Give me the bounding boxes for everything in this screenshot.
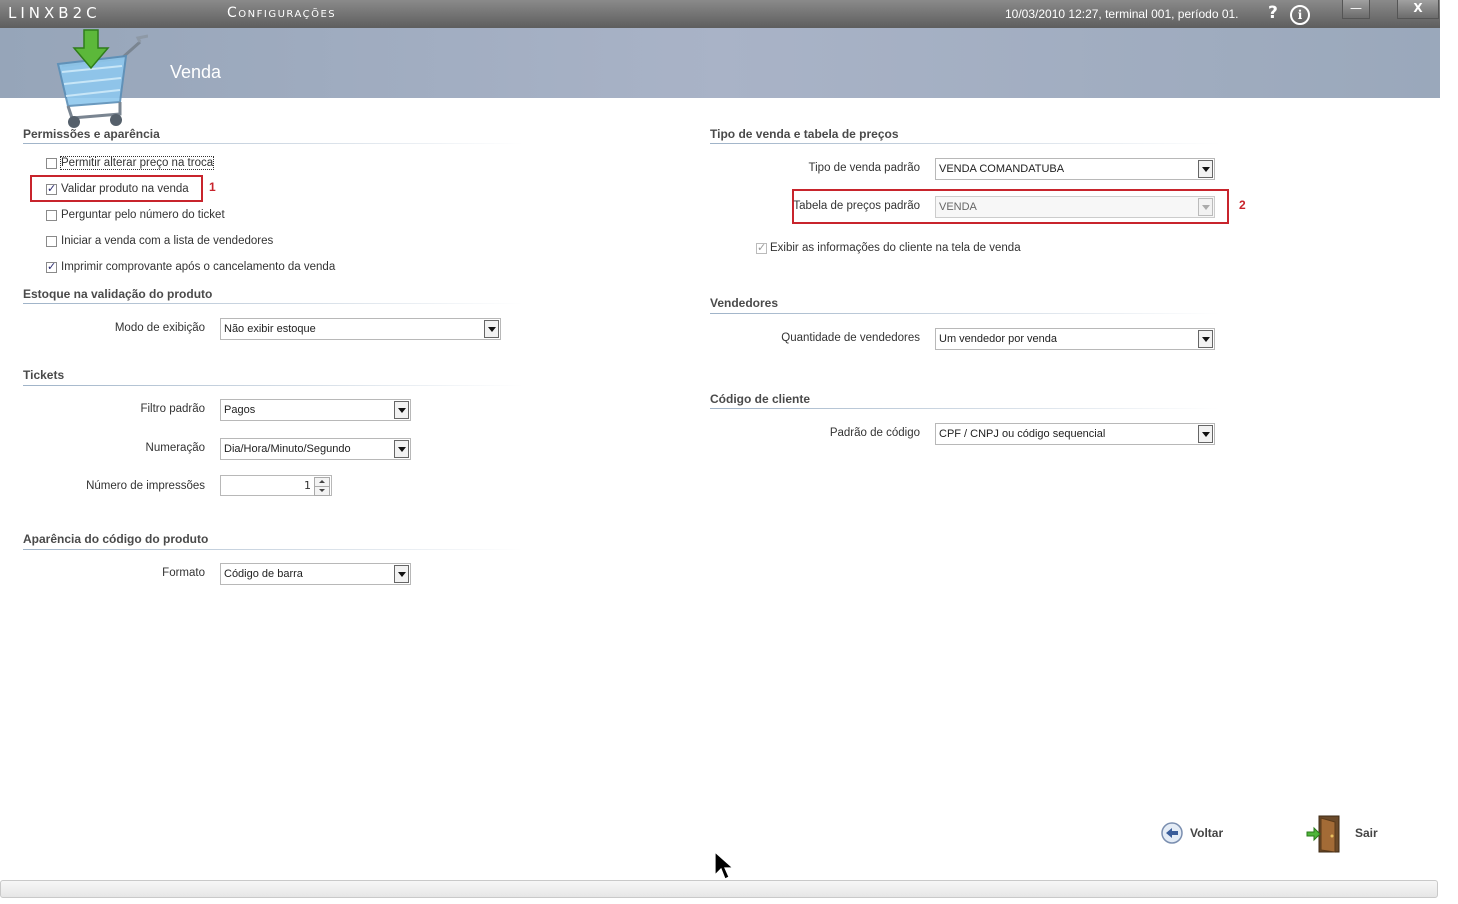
checkbox-label: Perguntar pelo número do ticket xyxy=(61,209,225,221)
section-divider xyxy=(710,408,1220,409)
section-divider xyxy=(23,303,523,304)
checkbox-permitir-alterar-preco[interactable] xyxy=(46,158,57,169)
session-status: 10/03/2010 12:27, terminal 001, período … xyxy=(1005,7,1239,21)
close-button[interactable]: X xyxy=(1397,0,1439,19)
filtro-padrao-label: Filtro padrão xyxy=(140,403,205,415)
chevron-down-icon[interactable] xyxy=(1198,160,1213,178)
section-aparencia-title: Aparência do código do produto xyxy=(23,532,209,546)
quantidade-vendedores-select[interactable]: Um vendedor por venda xyxy=(935,328,1215,350)
page-title: Venda xyxy=(170,62,222,82)
checkbox-label: Permitir alterar preço na troca xyxy=(60,156,215,170)
select-value: VENDA COMANDATUBA xyxy=(939,163,1065,175)
checkbox-imprimir-comprovante[interactable] xyxy=(46,260,57,273)
chevron-down-icon[interactable] xyxy=(1198,330,1213,348)
chevron-down-icon[interactable] xyxy=(394,565,409,583)
exit-door-icon xyxy=(1306,815,1340,853)
quantidade-vendedores-label: Quantidade de vendedores xyxy=(781,332,920,344)
annotation-number-2: 2 xyxy=(1239,198,1246,212)
minimize-button[interactable]: — xyxy=(1342,0,1370,19)
section-vendedores-title: Vendedores xyxy=(710,296,779,310)
voltar-label: Voltar xyxy=(1190,826,1224,840)
checkbox-iniciar-lista-vendedores[interactable] xyxy=(46,236,57,247)
padrao-codigo-label: Padrão de código xyxy=(829,427,920,439)
select-value: Código de barra xyxy=(224,568,303,580)
voltar-button[interactable]: Voltar xyxy=(1160,820,1240,846)
modo-exibicao-label: Modo de exibição xyxy=(114,322,205,334)
section-divider xyxy=(710,143,1220,144)
section-tipo-venda-title: Tipo de venda e tabela de preços xyxy=(710,127,899,141)
tabela-precos-label: Tabela de preços padrão xyxy=(793,200,920,212)
select-value: Dia/Hora/Minuto/Segundo xyxy=(224,443,351,455)
numeracao-label: Numeração xyxy=(145,442,205,454)
chevron-down-icon[interactable] xyxy=(394,440,409,458)
select-value: Um vendedor por venda xyxy=(939,333,1058,345)
help-icon[interactable]: ? xyxy=(1268,3,1278,23)
page-header: Venda xyxy=(0,28,1440,98)
section-divider xyxy=(710,313,1220,314)
select-value: Pagos xyxy=(224,404,256,416)
formato-select[interactable]: Código de barra xyxy=(220,563,411,585)
title-bar: LINXB2C Configurações 10/03/2010 12:27, … xyxy=(0,0,1440,28)
tipo-venda-select[interactable]: VENDA COMANDATUBA xyxy=(935,158,1215,180)
chevron-down-icon[interactable] xyxy=(394,401,409,419)
sair-label: Sair xyxy=(1355,826,1378,840)
back-arrow-icon xyxy=(1161,822,1183,844)
select-value: VENDA xyxy=(939,201,977,213)
chevron-down-icon[interactable] xyxy=(484,320,499,338)
app-brand: LINXB2C xyxy=(8,4,101,22)
module-title: Configurações xyxy=(227,5,337,21)
stepper-value: 1 xyxy=(304,479,311,492)
info-icon[interactable]: i xyxy=(1290,5,1310,25)
annotation-number-1: 1 xyxy=(209,180,216,194)
section-divider xyxy=(23,143,523,144)
stepper-down-icon[interactable] xyxy=(314,486,330,496)
formato-label: Formato xyxy=(162,567,205,579)
checkbox-exibir-info-cliente[interactable] xyxy=(756,241,767,254)
tipo-venda-label: Tipo de venda padrão xyxy=(808,162,920,174)
numeracao-select[interactable]: Dia/Hora/Minuto/Segundo xyxy=(220,438,411,460)
checkbox-perguntar-ticket[interactable] xyxy=(46,210,57,221)
chevron-down-icon[interactable] xyxy=(1198,198,1213,216)
checkbox-label: Iniciar a venda com a lista de vendedore… xyxy=(61,235,274,247)
shopping-cart-icon xyxy=(56,29,148,128)
modo-exibicao-select[interactable]: Não exibir estoque xyxy=(220,318,501,340)
numero-impressoes-stepper[interactable]: 1 xyxy=(220,475,332,496)
sair-button[interactable]: Sair xyxy=(1305,814,1385,854)
annotation-box-1 xyxy=(30,175,203,202)
padrao-codigo-select[interactable]: CPF / CNPJ ou código sequencial xyxy=(935,423,1215,445)
checkbox-label: Exibir as informações do cliente na tela… xyxy=(770,242,1021,254)
filtro-padrao-select[interactable]: Pagos xyxy=(220,399,411,421)
numero-impressoes-label: Número de impressões xyxy=(86,480,205,492)
section-tickets-title: Tickets xyxy=(23,368,65,382)
section-permissions-title: Permissões e aparência xyxy=(23,127,160,141)
section-estoque-title: Estoque na validação do produto xyxy=(23,287,213,301)
status-bar xyxy=(0,880,1438,898)
section-divider xyxy=(23,549,523,550)
section-codigo-cliente-title: Código de cliente xyxy=(710,392,811,406)
select-value: CPF / CNPJ ou código sequencial xyxy=(939,428,1106,440)
tabela-precos-select[interactable]: VENDA xyxy=(935,196,1215,218)
section-divider xyxy=(23,385,523,386)
select-value: Não exibir estoque xyxy=(224,323,316,335)
mouse-cursor-icon xyxy=(714,851,735,880)
chevron-down-icon[interactable] xyxy=(1198,425,1213,443)
checkbox-label: Imprimir comprovante após o cancelamento… xyxy=(61,261,336,273)
